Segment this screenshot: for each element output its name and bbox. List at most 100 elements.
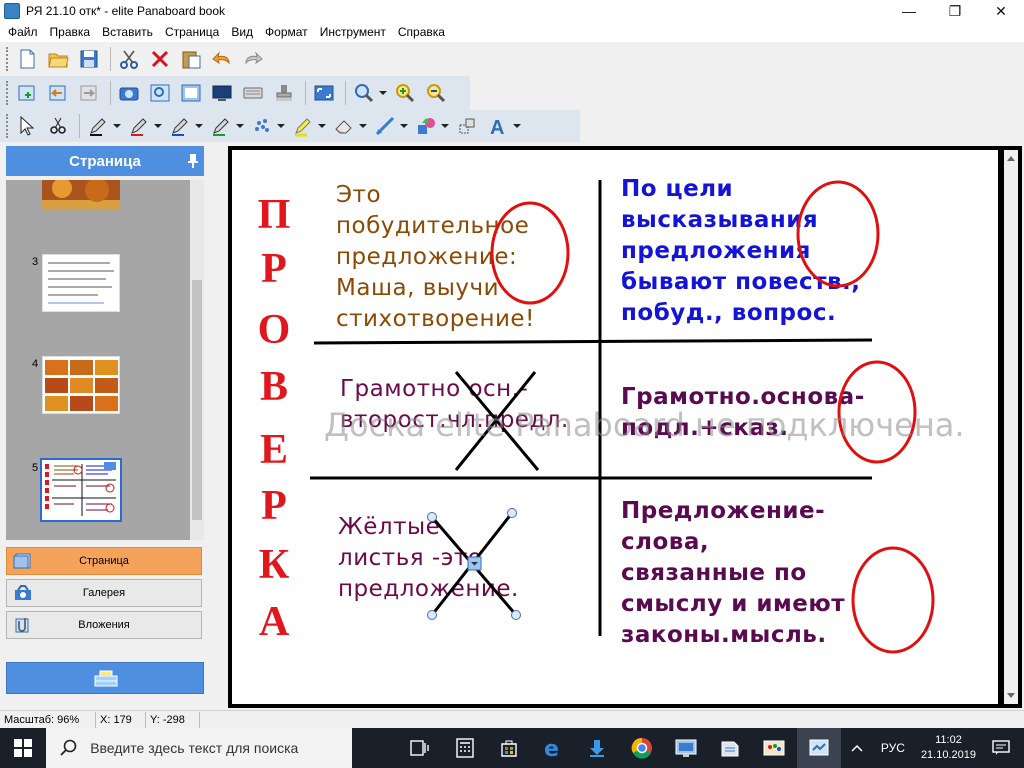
sidebar-tab-page[interactable]: Страница bbox=[6, 547, 202, 575]
selection-handle[interactable] bbox=[511, 610, 521, 620]
highlighter-dropdown-icon[interactable] bbox=[318, 124, 326, 128]
text-tool-dropdown-icon[interactable] bbox=[513, 124, 521, 128]
sidebar-tab-gallery[interactable]: Галерея bbox=[6, 579, 202, 607]
red-circle-annotation[interactable] bbox=[796, 180, 880, 288]
menu-edit[interactable]: Правка bbox=[44, 22, 97, 42]
pen-blue-button[interactable] bbox=[166, 112, 194, 140]
red-circle-annotation[interactable] bbox=[490, 201, 570, 305]
open-file-button[interactable] bbox=[44, 45, 72, 73]
crop-button[interactable] bbox=[453, 112, 481, 140]
maximize-button[interactable]: ❐ bbox=[932, 0, 978, 22]
downloads-app[interactable] bbox=[575, 728, 619, 768]
start-button[interactable] bbox=[0, 728, 46, 768]
app-icon bbox=[4, 3, 20, 19]
selection-handle[interactable] bbox=[507, 508, 517, 518]
menu-help[interactable]: Справка bbox=[392, 22, 451, 42]
thumbnails-scrollbar[interactable] bbox=[190, 180, 204, 540]
menu-insert[interactable]: Вставить bbox=[96, 22, 159, 42]
pen-black-button[interactable] bbox=[84, 112, 112, 140]
minimize-button[interactable]: — bbox=[886, 0, 932, 22]
chevron-up-icon[interactable] bbox=[851, 743, 863, 753]
save-button[interactable] bbox=[75, 45, 103, 73]
scissor-select-button[interactable] bbox=[44, 112, 72, 140]
undo-button[interactable] bbox=[208, 45, 236, 73]
highlighter-button[interactable] bbox=[289, 112, 317, 140]
zoom-in-button[interactable] bbox=[391, 79, 419, 107]
pattern-pen-dropdown-icon[interactable] bbox=[277, 124, 285, 128]
whiteboard-slide[interactable]: П Р О В Е Р К А Это побудительное предло… bbox=[232, 150, 998, 704]
document-app[interactable] bbox=[708, 728, 752, 768]
zoom-out-button[interactable] bbox=[422, 79, 450, 107]
clock[interactable]: 11:02 21.10.2019 bbox=[913, 733, 984, 763]
scroll-down-icon[interactable] bbox=[1007, 693, 1015, 698]
selection-handle[interactable] bbox=[427, 610, 437, 620]
red-circle-annotation[interactable] bbox=[851, 546, 935, 654]
pen-green-button[interactable] bbox=[207, 112, 235, 140]
chrome-app[interactable] bbox=[620, 728, 664, 768]
line-tool-button[interactable] bbox=[371, 112, 399, 140]
page-thumbnail-2[interactable] bbox=[42, 180, 120, 210]
menu-format[interactable]: Формат bbox=[259, 22, 314, 42]
line-tool-dropdown-icon[interactable] bbox=[400, 124, 408, 128]
pattern-pen-button[interactable] bbox=[248, 112, 276, 140]
language-indicator[interactable]: РУС bbox=[873, 741, 913, 755]
capture-screen-button[interactable] bbox=[146, 79, 174, 107]
prev-page-button[interactable] bbox=[44, 79, 72, 107]
edge-app[interactable]: e bbox=[531, 728, 575, 768]
paste-button[interactable] bbox=[177, 45, 205, 73]
page-thumbnail-5[interactable] bbox=[40, 458, 122, 522]
menu-tools[interactable]: Инструмент bbox=[314, 22, 392, 42]
pin-icon[interactable] bbox=[188, 154, 198, 168]
pen-red-button[interactable] bbox=[125, 112, 153, 140]
scrollbar-thumb[interactable] bbox=[192, 280, 202, 520]
taskbar-search[interactable]: Введите здесь текст для поиска bbox=[46, 728, 353, 768]
menu-page[interactable]: Страница bbox=[159, 22, 225, 42]
redo-button[interactable] bbox=[239, 45, 267, 73]
sidebar-toggle-button[interactable] bbox=[6, 662, 204, 694]
canvas-scrollbar[interactable] bbox=[1004, 150, 1018, 704]
page-thumbnail-3[interactable] bbox=[42, 254, 120, 312]
paint-app[interactable] bbox=[752, 728, 796, 768]
sidebar-tab-attachments[interactable]: Вложения bbox=[6, 611, 202, 639]
close-button[interactable]: ✕ bbox=[978, 0, 1024, 22]
cut-button[interactable] bbox=[115, 45, 143, 73]
selected-cross-annotation[interactable] bbox=[427, 508, 521, 620]
toolbar-grip[interactable] bbox=[6, 47, 9, 71]
select-tool-button[interactable] bbox=[13, 112, 41, 140]
delete-button[interactable] bbox=[146, 45, 174, 73]
eraser-dropdown-icon[interactable] bbox=[359, 124, 367, 128]
crop-icon bbox=[459, 118, 475, 134]
calculator-app[interactable] bbox=[442, 728, 486, 768]
stamp-button[interactable] bbox=[270, 79, 298, 107]
page-thumbnail-4[interactable] bbox=[42, 356, 120, 414]
text-tool-button[interactable]: A bbox=[484, 112, 512, 140]
scroll-up-icon[interactable] bbox=[1007, 156, 1015, 161]
capture-area-button[interactable] bbox=[177, 79, 205, 107]
pen-black-dropdown-icon[interactable] bbox=[113, 124, 121, 128]
panaboard-app[interactable] bbox=[796, 728, 841, 768]
screen-button[interactable] bbox=[208, 79, 236, 107]
selection-handle[interactable] bbox=[427, 512, 437, 522]
zoom-dropdown-icon[interactable] bbox=[379, 91, 387, 95]
pen-blue-dropdown-icon[interactable] bbox=[195, 124, 203, 128]
pen-red-dropdown-icon[interactable] bbox=[154, 124, 162, 128]
next-page-button[interactable] bbox=[75, 79, 103, 107]
notifications-icon[interactable] bbox=[992, 740, 1010, 756]
toolbar-grip[interactable] bbox=[6, 114, 9, 138]
shape-tool-button[interactable] bbox=[412, 112, 440, 140]
add-page-button[interactable] bbox=[13, 79, 41, 107]
toolbar-grip[interactable] bbox=[6, 81, 9, 105]
store-app[interactable] bbox=[487, 728, 531, 768]
pen-green-dropdown-icon[interactable] bbox=[236, 124, 244, 128]
task-view-button[interactable] bbox=[398, 728, 442, 768]
camera-button[interactable] bbox=[115, 79, 143, 107]
eraser-button[interactable] bbox=[330, 112, 358, 140]
menu-view[interactable]: Вид bbox=[225, 22, 259, 42]
zoom-button[interactable] bbox=[350, 79, 378, 107]
menu-file[interactable]: Файл bbox=[2, 22, 44, 42]
keyboard-button[interactable] bbox=[239, 79, 267, 107]
new-file-button[interactable] bbox=[13, 45, 41, 73]
fullscreen-button[interactable] bbox=[310, 79, 338, 107]
presentation-app[interactable] bbox=[664, 728, 708, 768]
shape-tool-dropdown-icon[interactable] bbox=[441, 124, 449, 128]
